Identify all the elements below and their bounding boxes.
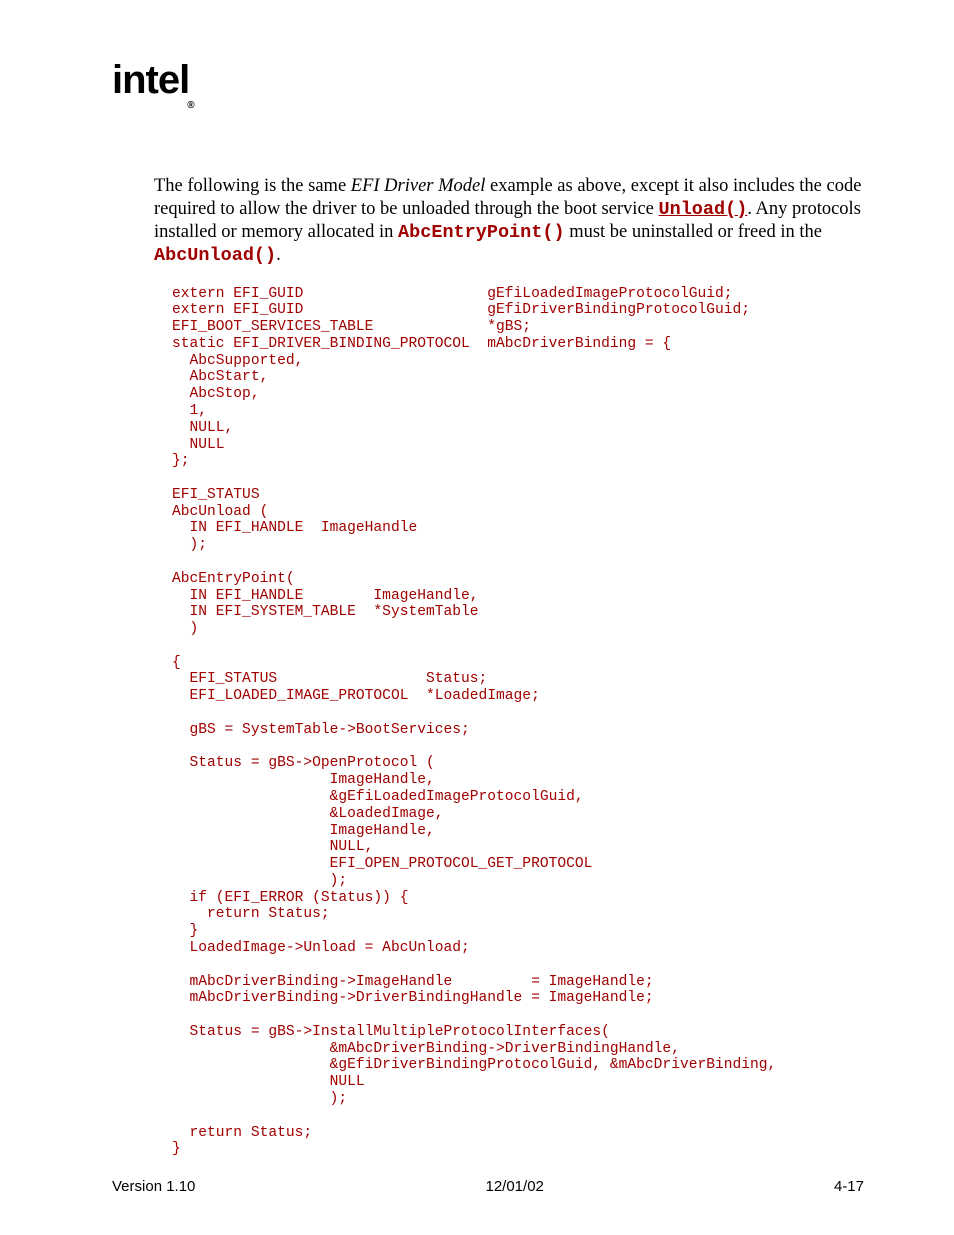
page-footer: Version 1.10 12/01/02 4-17 (112, 1178, 864, 1195)
p-italic: EFI Driver Model (351, 176, 486, 196)
p-t1: The following is the same (154, 176, 351, 196)
code-abcentrypoint: AbcEntryPoint() (398, 222, 565, 243)
footer-page: 4-17 (834, 1178, 864, 1195)
code-listing: extern EFI_GUID gEfiLoadedImageProtocolG… (172, 286, 864, 1159)
intel-logo: intel® (112, 58, 864, 105)
logo-registered: ® (187, 100, 193, 111)
p-t4: must be uninstalled or freed in the (565, 222, 822, 242)
logo-text: intel (112, 58, 189, 102)
p-t5: . (276, 245, 281, 265)
intro-paragraph: The following is the same EFI Driver Mod… (154, 175, 864, 268)
footer-date: 12/01/02 (485, 1178, 543, 1195)
footer-version: Version 1.10 (112, 1178, 195, 1195)
unload-link[interactable]: Unload() (659, 199, 748, 220)
code-abcunload: AbcUnload() (154, 245, 276, 266)
